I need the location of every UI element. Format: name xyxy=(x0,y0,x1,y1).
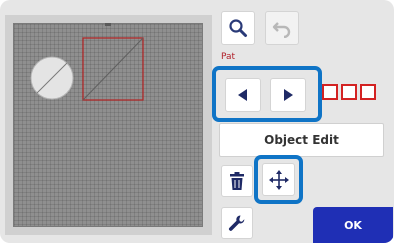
mat-preview-frame xyxy=(5,15,212,235)
delete-button[interactable] xyxy=(221,165,253,197)
four-way-arrow-icon xyxy=(268,169,289,190)
pattern-label-partial: Pat xyxy=(221,52,236,62)
cutting-machine-screen: Pat Object Edit OK xyxy=(0,0,394,243)
next-pattern-button[interactable] xyxy=(270,78,306,112)
triangle-right-icon xyxy=(284,89,293,101)
ok-button[interactable]: OK xyxy=(313,207,393,243)
square-outline-icon[interactable] xyxy=(341,84,357,100)
settings-button[interactable] xyxy=(221,207,253,239)
arrangement-options xyxy=(322,84,376,100)
previous-pattern-button[interactable] xyxy=(225,78,261,112)
pattern-overlay xyxy=(30,37,144,101)
wrench-icon xyxy=(228,215,245,231)
zoom-button[interactable] xyxy=(221,11,255,45)
triangle-left-icon xyxy=(238,89,247,101)
trash-icon xyxy=(230,172,244,190)
move-button[interactable] xyxy=(262,163,295,196)
magnifier-icon xyxy=(229,19,247,37)
undo-icon xyxy=(272,22,291,38)
undo-button[interactable] xyxy=(265,11,299,45)
square-outline-icon[interactable] xyxy=(360,84,376,100)
square-outline-icon[interactable] xyxy=(322,84,338,100)
square-diagonal-line xyxy=(82,37,144,101)
object-edit-button[interactable]: Object Edit xyxy=(219,123,384,157)
